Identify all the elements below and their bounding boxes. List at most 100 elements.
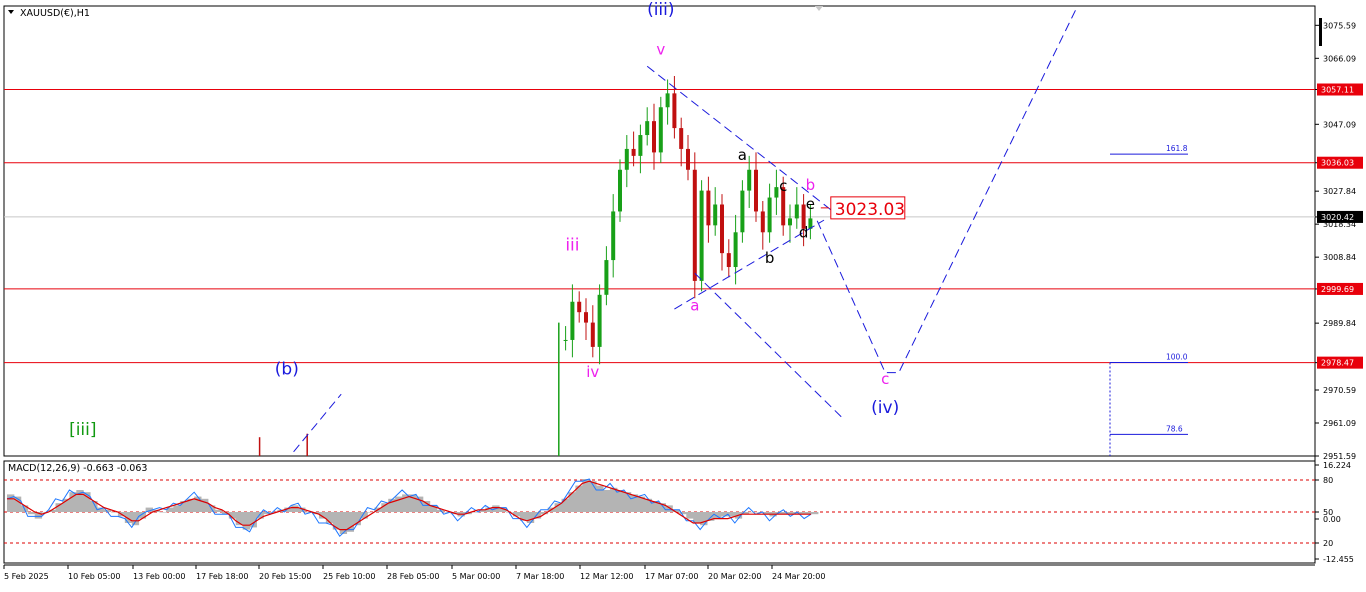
price-candle-body xyxy=(624,148,629,170)
price-candle-body xyxy=(584,312,588,323)
price-candle-body xyxy=(672,93,677,129)
wave-label: (iii) xyxy=(647,0,674,20)
chart-window[interactable]: 3075.59 3066.09 3057.11 3047.09 3036.03 3027.… xyxy=(0,0,1366,588)
price-tick-label: 2970.59 xyxy=(1323,386,1356,395)
time-tick-label: 20 Mar 02:00 xyxy=(708,572,761,581)
price-candle-body xyxy=(665,93,670,108)
price-tick-label: 2961.09 xyxy=(1323,419,1356,428)
level-price-label: 3036.03 xyxy=(1321,159,1354,168)
price-candle-body xyxy=(652,121,656,153)
price-candle-body xyxy=(679,128,684,149)
price-candle-body xyxy=(570,301,575,340)
macd-histogram-bar xyxy=(616,490,625,512)
price-candle-body xyxy=(740,190,745,233)
price-candle-body xyxy=(692,169,697,281)
price-scale-handle xyxy=(1319,18,1322,46)
macd-histogram-bar xyxy=(242,512,251,530)
price-tick-label: 3047.09 xyxy=(1323,120,1356,129)
price-candle-body xyxy=(611,211,616,261)
price-candle-body xyxy=(604,260,609,295)
time-tick-label: 17 Mar 07:00 xyxy=(645,572,698,581)
wave-label: d xyxy=(799,223,809,241)
wave-label: v xyxy=(656,40,665,58)
time-tick-label: 25 Feb 10:00 xyxy=(323,572,375,581)
price-annotation-label: 3023.03 xyxy=(835,200,905,220)
price-candle-body xyxy=(618,169,622,212)
level-price-label: 2999.69 xyxy=(1321,285,1354,294)
fib-level-label: 100.0 xyxy=(1166,353,1188,362)
time-tick-label: 5 Mar 00:00 xyxy=(452,572,500,581)
wave-label: e xyxy=(806,195,815,213)
macd-histogram-bar xyxy=(582,479,590,512)
price-candle-body xyxy=(631,148,636,156)
time-tick-label: 5 Feb 2025 xyxy=(4,572,49,581)
wave-label: a xyxy=(690,296,699,314)
time-tick-label: 12 Mar 12:00 xyxy=(580,572,633,581)
price-candle-body xyxy=(760,211,765,233)
macd-histogram-bar xyxy=(603,490,611,512)
price-candle-body xyxy=(590,322,595,347)
price-candle-body xyxy=(686,148,690,170)
price-candle-body xyxy=(713,204,718,226)
wave-label: c xyxy=(881,370,889,388)
price-candle-body xyxy=(658,107,663,153)
macd-title: MACD(12,26,9) -0.663 -0.063 xyxy=(8,463,147,474)
macd-tick-label: 20 xyxy=(1323,539,1333,548)
price-candle-body xyxy=(720,204,724,254)
price-candle-body xyxy=(638,135,643,156)
price-candle-body xyxy=(774,187,779,198)
level-price-label: 3057.11 xyxy=(1321,86,1354,95)
price-tick-label: 3066.09 xyxy=(1323,54,1356,63)
chart-svg[interactable]: 3075.59 3066.09 3057.11 3047.09 3036.03 3027.… xyxy=(0,0,1366,588)
level-price-label: 2978.47 xyxy=(1321,359,1354,368)
macd-histogram-bar xyxy=(27,512,36,515)
wave-label: c xyxy=(779,177,787,195)
price-candle-body xyxy=(788,218,792,226)
macd-histogram-bar xyxy=(131,512,140,526)
price-candle-body xyxy=(754,169,758,212)
price-candle-body xyxy=(706,190,711,226)
macd-tick-label: -12.455 xyxy=(1323,555,1354,564)
price-tick-label: 3075.59 xyxy=(1323,21,1356,30)
wave-label: b xyxy=(765,249,775,267)
price-tick-label: 2989.84 xyxy=(1323,319,1356,328)
wave-label: [iii] xyxy=(69,420,96,440)
time-tick-label: 20 Feb 15:00 xyxy=(259,572,311,581)
current-price-label: 3020.42 xyxy=(1321,213,1354,222)
price-candle-body xyxy=(645,121,650,136)
price-candle-body xyxy=(767,197,772,233)
price-candle-body xyxy=(699,190,704,281)
macd-tick-label: 80 xyxy=(1323,476,1333,485)
time-tick-label: 7 Mar 18:00 xyxy=(516,572,564,581)
time-tick-label: 24 Mar 20:00 xyxy=(772,572,825,581)
time-tick-label: 17 Feb 18:00 xyxy=(196,572,248,581)
macd-tick-label: 16.224 xyxy=(1323,461,1351,470)
price-candle-body xyxy=(563,339,568,341)
macd-histogram-bar xyxy=(589,481,597,512)
wave-label: a xyxy=(738,146,747,164)
price-tick-label: 3027.84 xyxy=(1323,187,1356,196)
macd-histogram-bar xyxy=(693,512,701,523)
time-tick-label: 13 Feb 00:00 xyxy=(133,572,185,581)
wave-label: b xyxy=(806,176,816,194)
price-tick-label: 3008.84 xyxy=(1323,253,1356,262)
price-candle-body xyxy=(733,232,738,268)
chart-title: XAUUSD(€),H1 xyxy=(20,8,90,19)
wave-label: (iv) xyxy=(871,398,899,418)
fib-level-label: 161.8 xyxy=(1166,144,1188,153)
fib-level-label: 78.6 xyxy=(1166,424,1183,433)
macd-tick-label: 0.00 xyxy=(1323,515,1341,524)
macd-histogram-bar xyxy=(291,505,299,512)
price-candle-body xyxy=(726,253,731,268)
wave-label: iv xyxy=(586,363,599,381)
time-tick-label: 10 Feb 05:00 xyxy=(68,572,120,581)
macd-histogram-bar xyxy=(173,505,181,512)
price-candle-body xyxy=(794,204,799,219)
macd-histogram-bar xyxy=(159,512,167,513)
wave-label: (b) xyxy=(275,360,299,380)
macd-histogram-bar xyxy=(748,512,757,513)
time-tick-label: 28 Feb 05:00 xyxy=(387,572,439,581)
wave-label: iii xyxy=(565,235,579,255)
macd-histogram-bar xyxy=(526,512,535,523)
macd-histogram-bar xyxy=(811,512,819,515)
